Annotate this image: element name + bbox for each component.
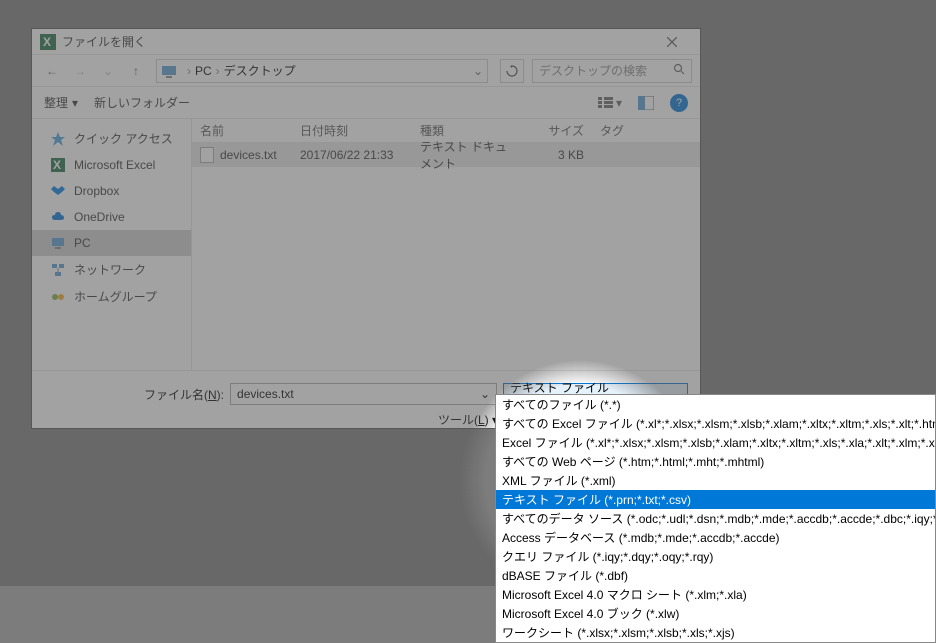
refresh-button[interactable] (500, 59, 524, 83)
dropdown-item[interactable]: すべての Web ページ (*.htm;*.html;*.mht;*.mhtml… (496, 452, 935, 471)
breadcrumb[interactable]: › PC › デスクトップ ⌄ (156, 59, 488, 83)
toolbar: 整理 ▾ 新しいフォルダー ▾ ? (32, 87, 700, 119)
chevron-down-icon: ▾ (616, 96, 622, 110)
svg-text:X: X (53, 158, 61, 172)
dropbox-icon (50, 183, 66, 199)
breadcrumb-desktop[interactable]: デスクトップ (224, 62, 296, 79)
filename-label: ファイル名(N): (144, 386, 224, 403)
sidebar-item-label: クイック アクセス (74, 130, 173, 147)
excel-icon: X (40, 34, 56, 50)
breadcrumb-pc[interactable]: PC (195, 64, 212, 78)
home-icon (50, 289, 66, 305)
sidebar-item-label: ネットワーク (74, 261, 146, 278)
filetype-dropdown[interactable]: すべてのファイル (*.*)すべての Excel ファイル (*.xl*;*.x… (495, 394, 936, 643)
sidebar-item[interactable]: ネットワーク (32, 256, 191, 283)
close-button[interactable] (652, 30, 692, 54)
excel-icon: X (50, 157, 66, 173)
file-row[interactable]: devices.txt2017/06/22 21:33テキスト ドキュメント3 … (192, 143, 700, 167)
search-placeholder: デスクトップの検索 (539, 62, 673, 79)
new-folder-button[interactable]: 新しいフォルダー (94, 94, 190, 111)
tool-button[interactable]: ツール(L) ▾ (438, 411, 498, 428)
up-button[interactable]: ↑ (124, 59, 148, 83)
dropdown-item[interactable]: ワークシート (*.xlsx;*.xlsm;*.xlsb;*.xls;*.xjs… (496, 623, 935, 642)
svg-text:X: X (43, 35, 51, 49)
nav-bar: ← → ⌄ ↑ › PC › デスクトップ ⌄ デスクトップの検索 (32, 55, 700, 87)
pc-icon (50, 235, 66, 251)
chevron-down-icon: ▾ (72, 96, 78, 110)
cloud-icon (50, 209, 66, 225)
chevron-right-icon: › (187, 64, 191, 78)
back-button[interactable]: ← (40, 59, 64, 83)
window-title: ファイルを開く (62, 33, 652, 50)
sidebar-item-label: OneDrive (74, 210, 125, 224)
star-icon (50, 131, 66, 147)
sidebar: クイック アクセス X Microsoft Excel Dropbox OneDrive… (32, 119, 192, 370)
col-date[interactable]: 日付時刻 (292, 122, 412, 139)
search-icon (673, 63, 685, 78)
preview-pane-button[interactable] (638, 96, 654, 110)
dropdown-item[interactable]: Excel ファイル (*.xl*;*.xlsx;*.xlsm;*.xlsb;*… (496, 433, 935, 452)
file-list: 名前 日付時刻 種類 サイズ タグ devices.txt 2017/06/22 … (192, 119, 700, 370)
organize-button[interactable]: 整理 ▾ (44, 94, 78, 111)
dropdown-item[interactable]: Microsoft Excel 4.0 ブック (*.xlw) (496, 604, 935, 623)
sidebar-item[interactable]: ホームグループ (32, 283, 191, 310)
file-icon (200, 147, 214, 163)
view-mode-button[interactable]: ▾ (598, 96, 622, 110)
col-type[interactable]: 種類 (412, 122, 520, 139)
sidebar-item-label: Dropbox (74, 184, 119, 198)
col-size[interactable]: サイズ (520, 122, 592, 139)
dropdown-item[interactable]: Access データベース (*.mdb;*.mde;*.accdb;*.acc… (496, 528, 935, 547)
chevron-down-icon[interactable]: ⌄ (473, 64, 483, 78)
pc-icon (161, 63, 177, 79)
dropdown-item[interactable]: すべてのデータ ソース (*.odc;*.udl;*.dsn;*.mdb;*.m… (496, 509, 935, 528)
file-type: テキスト ドキュメント (412, 138, 520, 172)
dropdown-item[interactable]: XML ファイル (*.xml) (496, 471, 935, 490)
sidebar-item-label: ホームグループ (74, 288, 157, 305)
forward-button[interactable]: → (68, 59, 92, 83)
recent-dropdown[interactable]: ⌄ (96, 59, 120, 83)
search-input[interactable]: デスクトップの検索 (532, 59, 692, 83)
help-button[interactable]: ? (670, 94, 688, 112)
sidebar-item[interactable]: クイック アクセス (32, 125, 191, 152)
dropdown-item[interactable]: dBASE ファイル (*.dbf) (496, 566, 935, 585)
filename-input[interactable]: devices.txt ⌄ (230, 383, 497, 405)
col-tag[interactable]: タグ (592, 122, 700, 139)
dropdown-item[interactable]: すべてのファイル (*.*) (496, 395, 935, 414)
file-size: 3 KB (520, 148, 592, 162)
open-file-dialog: X ファイルを開く ← → ⌄ ↑ › PC › デスクトップ ⌄ デスクトップ… (31, 28, 701, 429)
sidebar-item[interactable]: Dropbox (32, 178, 191, 204)
chevron-down-icon[interactable]: ⌄ (480, 387, 490, 401)
sidebar-item[interactable]: PC (32, 230, 191, 256)
titlebar: X ファイルを開く (32, 29, 700, 55)
dropdown-item[interactable]: テキスト ファイル (*.prn;*.txt;*.csv) (496, 490, 935, 509)
file-name: devices.txt (220, 148, 277, 162)
sidebar-item[interactable]: X Microsoft Excel (32, 152, 191, 178)
sidebar-item-label: PC (74, 236, 91, 250)
dropdown-item[interactable]: クエリ ファイル (*.iqy;*.dqy;*.oqy;*.rqy) (496, 547, 935, 566)
dropdown-item[interactable]: すべての Excel ファイル (*.xl*;*.xlsx;*.xlsm;*.x… (496, 414, 935, 433)
sidebar-item-label: Microsoft Excel (74, 158, 155, 172)
col-name[interactable]: 名前 (192, 122, 292, 139)
sidebar-item[interactable]: OneDrive (32, 204, 191, 230)
file-date: 2017/06/22 21:33 (292, 148, 412, 162)
network-icon (50, 262, 66, 278)
chevron-right-icon: › (216, 64, 220, 78)
dropdown-item[interactable]: Microsoft Excel 4.0 マクロ シート (*.xlm;*.xla… (496, 585, 935, 604)
